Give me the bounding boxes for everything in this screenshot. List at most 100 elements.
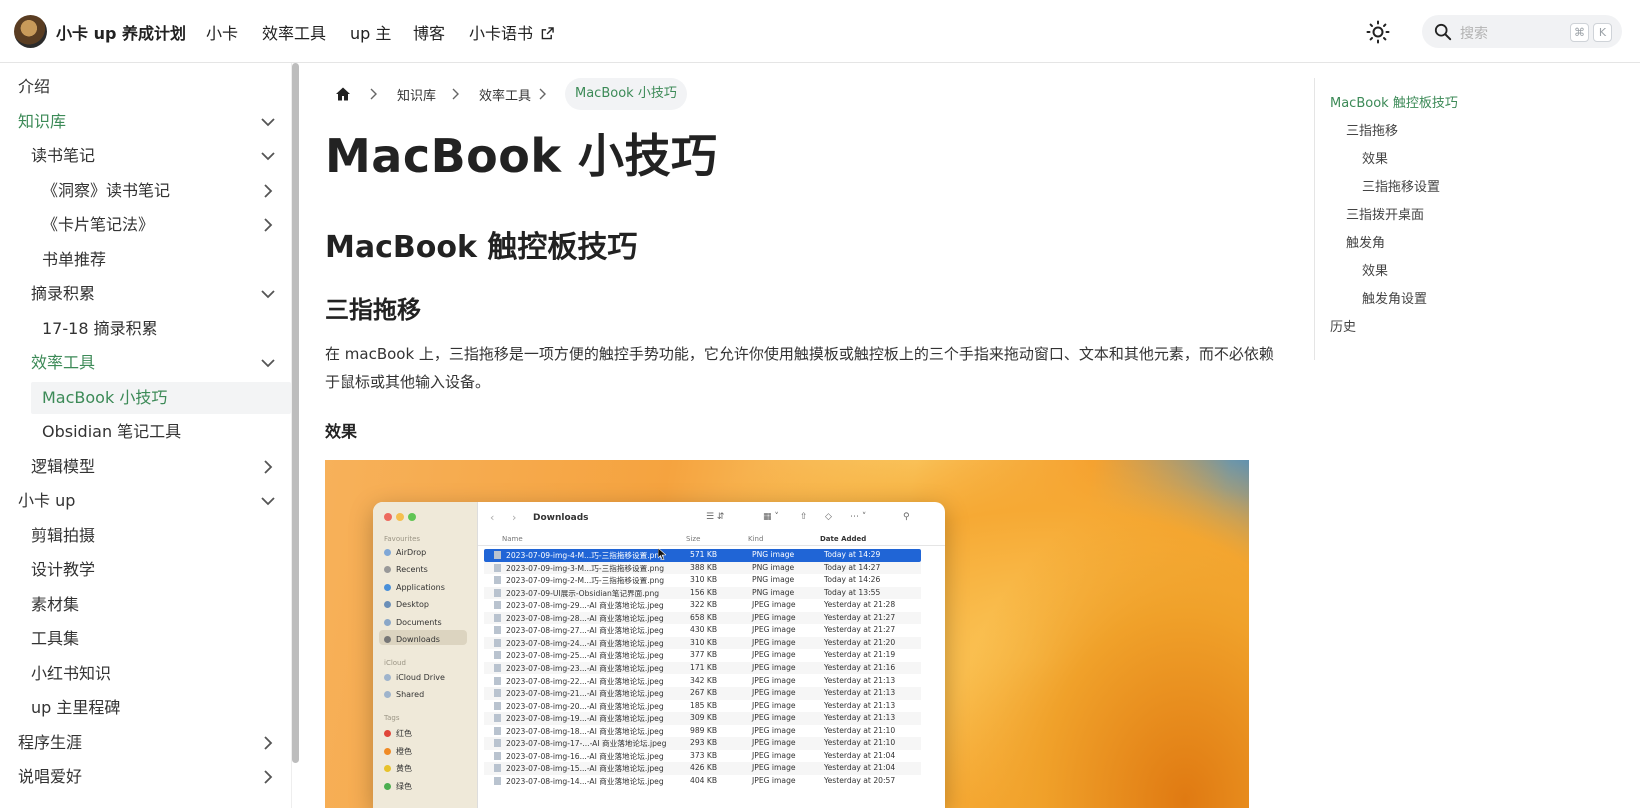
finder-icloud-item: iCloud Drive [384,673,445,682]
site-title[interactable]: 小卡 up 养成计划 [56,20,186,44]
sidebar-item-macbook-tips[interactable]: MacBook 小技巧 [31,382,291,414]
file-icon [494,764,501,773]
file-icon [494,701,501,710]
toc-item-history[interactable]: 历史 [1330,316,1356,335]
search-input[interactable]: 搜索 ⌘ K [1422,15,1622,48]
file-row: 2023-07-08-img-15...-AI 商业落地论坛.jpeg 426 K… [484,762,921,775]
file-cell: JPEG image [752,775,796,785]
file-cell: 2023-07-08-img-20...-AI 商业落地论坛.jpeg [506,701,664,711]
file-cell: 310 KB [690,575,718,585]
file-icon [494,739,501,748]
toc-item-hot-corners-settings[interactable]: 触发角设置 [1362,288,1427,307]
file-icon [494,714,501,723]
sidebar-item-milestones[interactable]: up 主里程碑 [31,692,120,724]
sidebar-item-logic-models[interactable]: 逻辑模型 [31,451,95,483]
sidebar-item-toolset[interactable]: 工具集 [31,623,79,655]
file-cell: Yesterday at 20:57 [824,775,896,785]
finder-tag-item: 红色 [384,728,412,739]
chevron-down-icon[interactable] [260,355,276,371]
home-icon[interactable] [335,86,351,102]
file-cell: JPEG image [752,650,796,660]
sidebar-item-intro[interactable]: 介绍 [18,71,50,103]
chevron-right-icon[interactable] [260,459,276,475]
file-cell: 2023-07-08-img-27...-AI 商业落地论坛.jpeg [506,626,664,636]
finder-fav-item: Downloads [384,635,440,644]
chevron-down-icon[interactable] [260,148,276,164]
sidebar-item-book-list[interactable]: 书单推荐 [42,244,106,276]
sidebar-item-insight-notes[interactable]: 《洞察》读书笔记 [42,175,170,207]
file-cell: JPEG image [752,738,796,748]
site-logo[interactable] [14,15,47,48]
file-cell: Today at 14:29 [824,550,881,559]
sidebar-scrollbar[interactable] [292,63,299,763]
shortcut-key-cmd: ⌘ [1570,23,1589,42]
nav-link-up[interactable]: up 主 [350,20,391,44]
file-cell: 377 KB [690,650,718,660]
sidebar-item-design[interactable]: 设计教学 [31,554,95,586]
nav-link-blog[interactable]: 博客 [413,20,445,44]
file-cell: 2023-07-08-img-22...-AI 商业落地论坛.jpeg [506,676,664,686]
sidebar-item-assets[interactable]: 素材集 [31,589,79,621]
toc-item-drag-settings[interactable]: 三指拖移设置 [1362,176,1440,195]
chevron-right-icon[interactable] [260,183,276,199]
nav-link-xiaoka[interactable]: 小卡 [206,20,238,44]
file-cell: 2023-07-08-img-15...-AI 商业落地论坛.jpeg [506,764,664,774]
file-cell: Yesterday at 21:28 [824,600,896,610]
file-icon [494,676,501,685]
toc-item-effect[interactable]: 效果 [1362,148,1388,167]
chevron-down-icon[interactable] [260,286,276,302]
breadcrumb-knowledge[interactable]: 知识库 [397,85,436,104]
file-row: 2023-07-08-img-18...-AI 商业落地论坛.jpeg 989 K… [484,725,921,738]
file-icon [494,663,501,672]
toc-item-spread-desktop[interactable]: 三指拨开桌面 [1346,204,1424,223]
toc-item-hot-corners[interactable]: 触发角 [1346,232,1385,251]
nav-link-yushu[interactable]: 小卡语书 [469,20,554,44]
file-row: 2023-07-08-img-19...-AI 商业落地论坛.jpeg 309 K… [484,712,921,725]
toc-item-three-finger-drag[interactable]: 三指拖移 [1346,120,1398,139]
file-cell: 2023-07-08-img-16...-AI 商业落地论坛.jpeg [506,751,664,761]
file-icon [494,601,501,610]
file-icon [494,689,501,698]
sun-icon[interactable] [1366,20,1390,44]
file-cell: 156 KB [690,587,718,597]
sidebar-item-xiaohongshu[interactable]: 小红书知识 [31,658,111,690]
sidebar-item-excerpts-17-18[interactable]: 17-18 摘录积累 [42,313,158,345]
file-icon [494,651,501,660]
chevron-right-icon [539,88,546,100]
more-icon: ⋯ ˅ [850,512,867,522]
sidebar-item-programming[interactable]: 程序生涯 [18,727,82,759]
file-cell: 989 KB [690,725,718,735]
chevron-right-icon[interactable] [260,735,276,751]
toc-item-trackpad[interactable]: MacBook 触控板技巧 [1330,92,1458,111]
sidebar-item-excerpts[interactable]: 摘录积累 [31,278,95,310]
file-icon [494,551,501,559]
sidebar-item-editing[interactable]: 剪辑拍摄 [31,520,95,552]
chevron-down-icon[interactable] [260,114,276,130]
chevron-right-icon[interactable] [260,217,276,233]
file-icon [494,626,501,635]
file-cell: 2023-07-09-UI展示-Obsidian笔记界面.png [506,588,660,598]
sidebar-item-efficiency-tools[interactable]: 效率工具 [31,347,95,379]
mouse-cursor-icon [658,548,666,560]
file-cell: 310 KB [690,637,718,647]
sidebar-item-rap[interactable]: 说唱爱好 [18,761,82,793]
finder-sidebar: Favourites AirDrop Recents Applications … [373,502,478,808]
chevron-down-icon[interactable] [260,493,276,509]
sidebar-item-reading-notes[interactable]: 读书笔记 [31,140,95,172]
toc-item-hot-corners-effect[interactable]: 效果 [1362,260,1388,279]
file-row: 2023-07-09-UI展示-Obsidian笔记界面.png 156 KB PN… [484,586,921,600]
sidebar: 介绍 知识库 读书笔记 《洞察》读书笔记 《卡片笔记法》 书单推荐 摘录积累 1… [0,63,292,808]
file-cell: PNG image [752,587,795,597]
sidebar-item-card-notes[interactable]: 《卡片笔记法》 [42,209,154,241]
share-icon: ⇧ [800,512,808,522]
breadcrumb-efficiency-tools[interactable]: 效率工具 [479,85,531,104]
sidebar-item-knowledge[interactable]: 知识库 [18,106,66,138]
chevron-right-icon[interactable] [260,769,276,785]
sidebar-item-xiaoka-up[interactable]: 小卡 up [18,485,75,517]
nav-link-tools[interactable]: 效率工具 [262,20,326,44]
file-row: 2023-07-08-img-20...-AI 商业落地论坛.jpeg 185 K… [484,700,921,713]
file-cell: 2023-07-08-img-21...-AI 商业落地论坛.jpeg [506,689,664,699]
file-cell: JPEG image [752,750,796,760]
sidebar-item-obsidian[interactable]: Obsidian 笔记工具 [42,416,181,448]
finder-fav-item: Desktop [384,600,429,609]
